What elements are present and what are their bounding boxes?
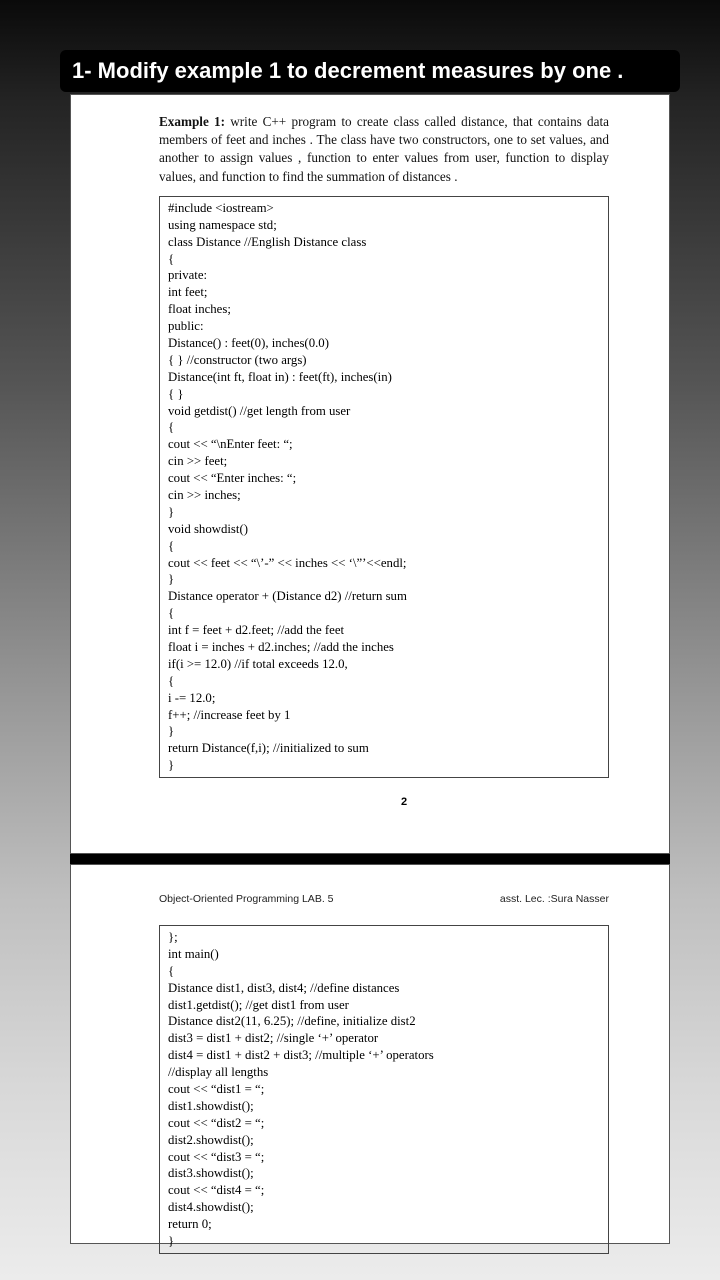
code-listing-1: #include <iostream> using namespace std;… xyxy=(168,200,600,774)
question-title: 1- Modify example 1 to decrement measure… xyxy=(60,50,680,92)
example-prompt: Example 1: write C++ program to create c… xyxy=(159,113,609,186)
header-course: Object-Oriented Programming LAB. 5 xyxy=(159,893,334,905)
code-listing-2: }; int main() { Distance dist1, dist3, d… xyxy=(168,929,600,1250)
page-number: 2 xyxy=(159,796,649,808)
page-2: Object-Oriented Programming LAB. 5 asst.… xyxy=(70,864,670,1244)
page-1: Example 1: write C++ program to create c… xyxy=(70,94,670,854)
document-backdrop: 1- Modify example 1 to decrement measure… xyxy=(0,0,720,1280)
page-header: Object-Oriented Programming LAB. 5 asst.… xyxy=(159,893,609,905)
example-label: Example 1: xyxy=(159,114,225,129)
code-box-1: #include <iostream> using namespace std;… xyxy=(159,196,609,778)
page-separator xyxy=(70,854,670,864)
code-box-2: }; int main() { Distance dist1, dist3, d… xyxy=(159,925,609,1254)
pages-stack: Example 1: write C++ program to create c… xyxy=(70,94,670,1244)
header-author: asst. Lec. :Sura Nasser xyxy=(500,893,609,905)
example-description: write C++ program to create class called… xyxy=(159,114,609,184)
